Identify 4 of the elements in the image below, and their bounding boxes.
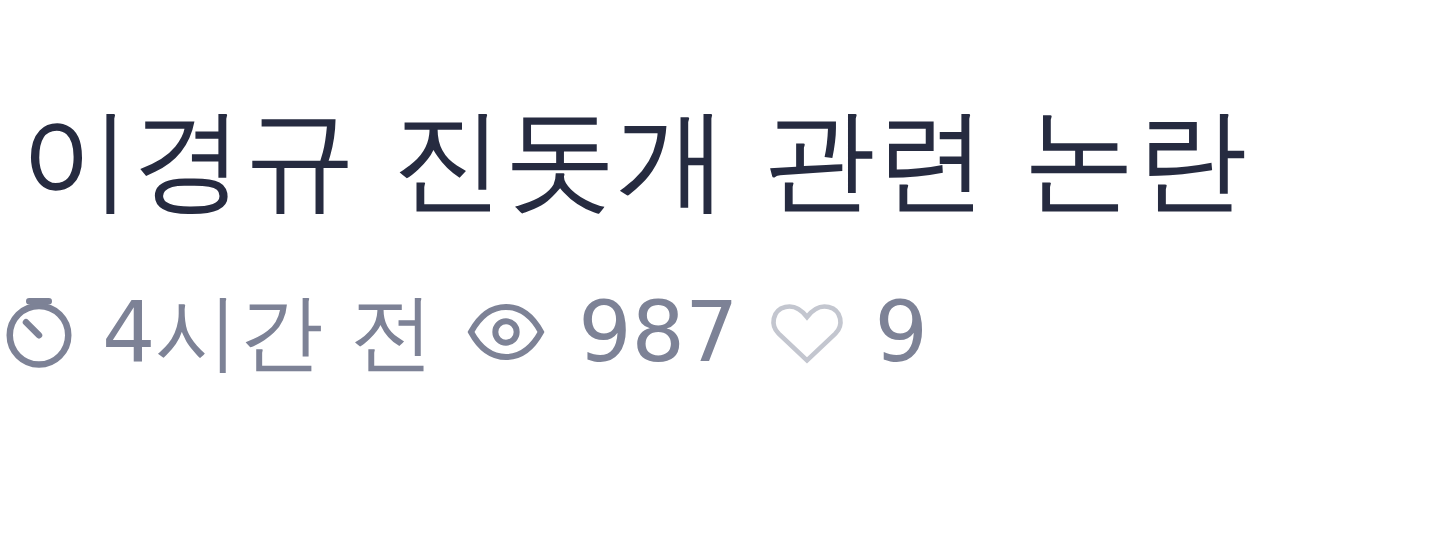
post-title[interactable]: 이경규 진돗개 관련 논란 bbox=[20, 92, 1440, 227]
post-time: 4시간 전 bbox=[102, 290, 435, 375]
like-count: 9 bbox=[874, 290, 928, 375]
view-count: 987 bbox=[578, 290, 739, 375]
